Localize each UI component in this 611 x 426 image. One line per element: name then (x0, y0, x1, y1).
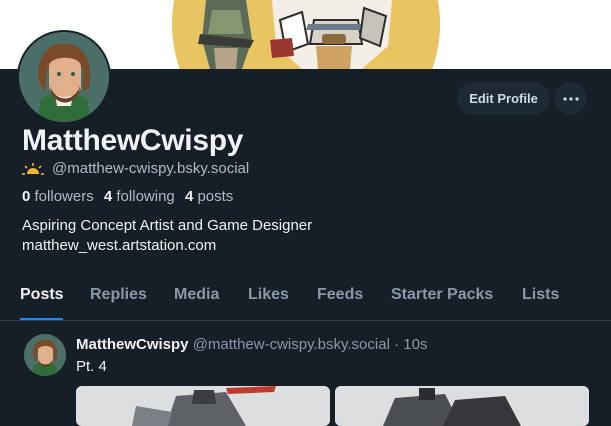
followers-link[interactable]: 0 followers (22, 188, 94, 205)
more-options-button[interactable] (554, 82, 587, 115)
tab-media[interactable]: Media (174, 286, 219, 304)
profile-stats: 0 followers 4 following 4 posts (22, 188, 233, 205)
profile-tabs: Posts Replies Media Likes Feeds Starter … (0, 280, 611, 321)
post-avatar-image (24, 334, 66, 376)
following-link[interactable]: 4 following (104, 188, 175, 205)
tab-feeds[interactable]: Feeds (317, 286, 363, 304)
posts-count: 4 (184, 188, 194, 205)
post-author-name[interactable]: MatthewCwispy (76, 336, 189, 353)
following-label: following (116, 188, 175, 205)
post-image-2[interactable] (335, 386, 589, 426)
banner-figure-right (270, 0, 392, 69)
post-separator: · (394, 336, 400, 353)
avatar-portrait-image (19, 32, 109, 122)
post-image-1-art (76, 386, 330, 426)
banner-figure-left (198, 0, 254, 69)
profile-handle-row: @matthew-cwispy.bsky.social (22, 160, 249, 177)
tabs-divider (0, 320, 611, 321)
tab-posts[interactable]: Posts (20, 286, 64, 304)
post-timestamp[interactable]: 10s (403, 336, 427, 353)
posts-stat: 4 posts (185, 188, 233, 205)
tab-starter-packs[interactable]: Starter Packs (391, 286, 493, 304)
post-text: Pt. 4 (76, 358, 107, 375)
edit-profile-label: Edit Profile (469, 91, 538, 106)
profile-display-name: MatthewCwispy (22, 124, 244, 157)
following-count: 4 (103, 188, 113, 205)
profile-handle[interactable]: @matthew-cwispy.bsky.social (52, 160, 249, 177)
post-author-handle[interactable]: @matthew-cwispy.bsky.social (193, 336, 390, 353)
bio-link[interactable]: matthew_west.artstation.com (22, 236, 312, 256)
tab-lists[interactable]: Lists (522, 286, 559, 304)
ellipsis-icon (562, 96, 579, 101)
tab-replies[interactable]: Replies (90, 286, 147, 304)
posts-label: posts (197, 188, 234, 205)
post-image-2-art (335, 386, 589, 426)
profile-avatar[interactable] (17, 30, 111, 124)
profile-bio: Aspiring Concept Artist and Game Designe… (22, 216, 312, 256)
post-image-1[interactable] (76, 386, 330, 426)
bio-text: Aspiring Concept Artist and Game Designe… (22, 217, 313, 234)
tab-likes[interactable]: Likes (248, 286, 289, 304)
edit-profile-button[interactable]: Edit Profile (457, 82, 550, 115)
post-author-avatar[interactable] (24, 334, 66, 376)
sun-icon (22, 162, 44, 175)
post-header: MatthewCwispy @matthew-cwispy.bsky.socia… (76, 336, 427, 353)
followers-count: 0 (22, 188, 31, 205)
followers-label: followers (34, 188, 94, 205)
